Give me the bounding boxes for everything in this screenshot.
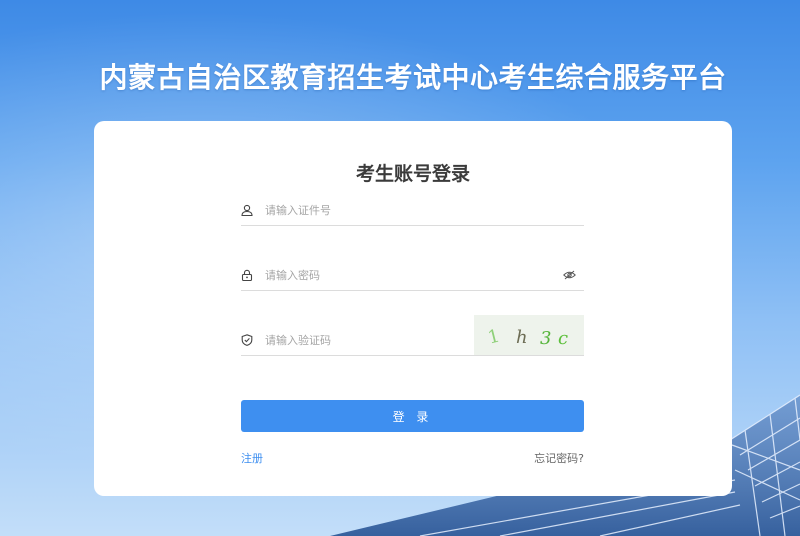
lock-icon [241,269,253,281]
captcha-image[interactable]: 1 h 3 c [474,315,584,355]
password-field [241,256,584,291]
login-heading: 考生账号登录 [355,163,470,185]
login-card: 考生账号登录 1 h 3 [94,121,732,496]
svg-text:3: 3 [540,328,551,349]
login-button[interactable]: 登 录 [241,400,584,432]
captcha-glyphs: 1 h 3 c [486,325,568,349]
page-title: 内蒙古自治区教育招生考试中心考生综合服务平台 [99,61,727,94]
register-link[interactable]: 注册 [241,450,263,466]
svg-text:c: c [558,328,568,349]
eye-hidden-icon[interactable] [563,270,576,280]
svg-text:1: 1 [486,325,502,348]
shield-icon [241,334,253,346]
id-input[interactable] [265,201,545,219]
user-icon [241,204,253,216]
id-field [241,191,584,226]
svg-text:h: h [516,327,528,348]
forgot-password-link[interactable]: 忘记密码? [534,450,584,466]
password-input[interactable] [265,266,545,284]
captcha-field: 1 h 3 c [241,315,584,356]
captcha-input[interactable] [265,331,445,349]
